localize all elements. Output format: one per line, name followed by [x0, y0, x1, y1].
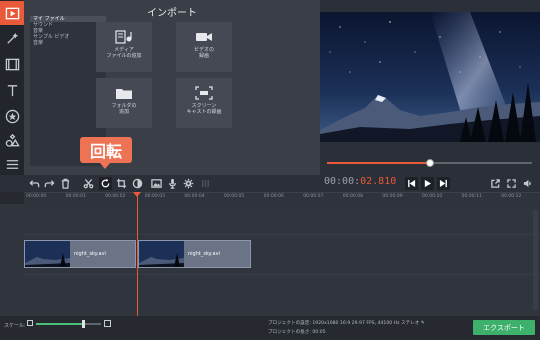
- playhead-line[interactable]: [137, 192, 138, 316]
- track-divider: [24, 274, 540, 275]
- tile-label: ファイルの追加: [106, 53, 142, 59]
- media-import-icon[interactable]: [0, 1, 24, 25]
- status-footer: スケール: プロジェクトの設定: 1920x1080 16:9 29.97 FP…: [0, 316, 540, 340]
- image-icon[interactable]: [150, 177, 163, 190]
- magic-wand-icon[interactable]: [0, 26, 24, 50]
- fullscreen-icon[interactable]: [505, 177, 518, 190]
- crop-icon[interactable]: [115, 177, 128, 190]
- seek-progress: [327, 162, 430, 164]
- equalizer-icon[interactable]: [199, 177, 212, 190]
- zoom-handle[interactable]: [81, 320, 85, 328]
- ruler-tick: 00:00:00: [26, 194, 47, 199]
- popout-icon[interactable]: [489, 177, 502, 190]
- ruler-tick: 00:00:12: [501, 194, 522, 199]
- length-label: プロジェクトの長さ:: [268, 330, 311, 335]
- project-settings: プロジェクトの設定: 1920x1080 16:9 29.97 FPS, 441…: [268, 320, 425, 326]
- clip-name: night_sky.avi: [188, 251, 220, 257]
- record-video-button[interactable]: ビデオの 録画: [176, 22, 232, 72]
- time-static: 00:00:: [324, 176, 361, 187]
- tile-label: キャストの録画: [186, 109, 222, 115]
- redo-icon[interactable]: [43, 177, 56, 190]
- volume-icon[interactable]: [521, 177, 534, 190]
- import-panel: インポート マイ ファイル サウンド 音楽 サンプル ビデオ 音楽 ‹ メディア…: [24, 0, 320, 175]
- time-current: 02.810: [360, 176, 397, 187]
- playhead-handle[interactable]: [133, 192, 141, 197]
- delete-icon[interactable]: [59, 177, 72, 190]
- zoom-slider[interactable]: [36, 320, 101, 328]
- timeline-clip[interactable]: night_sky.avi: [24, 240, 136, 268]
- preview-seek-slider[interactable]: [327, 159, 532, 167]
- camera-icon: [196, 33, 212, 41]
- ruler-tick: 00:00:01: [65, 194, 86, 199]
- shapes-icon[interactable]: [0, 128, 24, 152]
- menu-icon[interactable]: [0, 152, 24, 176]
- titles-icon[interactable]: [0, 78, 24, 102]
- time-display: 00:00:02.810: [324, 176, 396, 187]
- settings-value: 1920x1080 16:9 29.97 FPS, 44100 Hz ステレオ: [312, 321, 420, 326]
- video-preview: [320, 12, 540, 142]
- tile-label: 録画: [198, 53, 209, 59]
- settings-label: プロジェクトの設定:: [268, 321, 311, 326]
- record-screencast-button[interactable]: スクリーン キャストの録画: [176, 78, 232, 128]
- timeline-scrollbar[interactable]: [533, 210, 538, 310]
- project-length: プロジェクトの長さ: 00:05: [268, 329, 326, 335]
- clip-thumbnail: [139, 241, 184, 267]
- microphone-icon[interactable]: [166, 177, 179, 190]
- ruler-tick: 00:00:03: [144, 194, 166, 199]
- edit-toolbar: [24, 175, 320, 192]
- track-divider: [24, 234, 540, 235]
- ruler-tick: 00:00:09: [382, 194, 403, 199]
- timeline-clip[interactable]: night_sky.avi: [138, 240, 251, 268]
- settings-gear-icon[interactable]: [182, 177, 195, 190]
- left-toolbar: [0, 0, 24, 175]
- ruler-tick: 00:00:07: [303, 194, 324, 199]
- add-media-files-button[interactable]: メディア ファイルの追加: [96, 22, 152, 72]
- list-item[interactable]: 音楽: [30, 40, 106, 46]
- player-controls: 00:00:02.810: [320, 175, 540, 192]
- clip-name: night_sky.avi: [74, 251, 106, 257]
- ruler-tick: 00:00:05: [224, 194, 245, 199]
- ruler-tick: 00:00:08: [342, 194, 364, 199]
- ruler-tick: 00:00:10: [422, 194, 443, 199]
- play-icon[interactable]: [421, 177, 434, 190]
- seek-handle[interactable]: [425, 159, 434, 167]
- ruler-tick: 00:00:02: [105, 194, 126, 199]
- export-button[interactable]: エクスポート: [473, 320, 535, 335]
- rotate-icon[interactable]: [99, 177, 112, 190]
- preview-panel: [320, 0, 540, 175]
- edit-settings-icon[interactable]: ✎: [421, 321, 425, 326]
- screencast-icon: [195, 86, 213, 100]
- undo-icon[interactable]: [28, 177, 41, 190]
- length-value: 00:05: [312, 330, 326, 335]
- folder-icon: [116, 89, 132, 99]
- timeline-ruler[interactable]: 00:00:00 00:00:01 00:00:02 00:00:03 00:00:04…: [24, 192, 540, 204]
- ruler-tick: 00:00:11: [461, 194, 482, 199]
- zoom-fill: [36, 323, 83, 325]
- add-folder-button[interactable]: フォルダの 追加: [96, 78, 152, 128]
- ruler-tick: 00:00:06: [263, 194, 284, 199]
- skip-back-icon[interactable]: [405, 177, 418, 190]
- rotate-callout: 回転: [80, 137, 132, 169]
- scale-label: スケール:: [4, 323, 26, 329]
- filmstrip-icon[interactable]: [0, 52, 24, 76]
- media-files-icon: [115, 30, 132, 44]
- star-icon[interactable]: [0, 104, 24, 128]
- clip-thumbnail: [25, 241, 70, 267]
- ruler-tick: 00:00:04: [184, 194, 205, 199]
- zoom-in-icon[interactable]: [104, 320, 111, 327]
- zoom-out-icon[interactable]: [27, 320, 33, 326]
- skip-forward-icon[interactable]: [437, 177, 450, 190]
- color-adjust-icon[interactable]: [131, 177, 144, 190]
- tile-label: 追加: [118, 109, 129, 115]
- cut-icon[interactable]: [82, 177, 95, 190]
